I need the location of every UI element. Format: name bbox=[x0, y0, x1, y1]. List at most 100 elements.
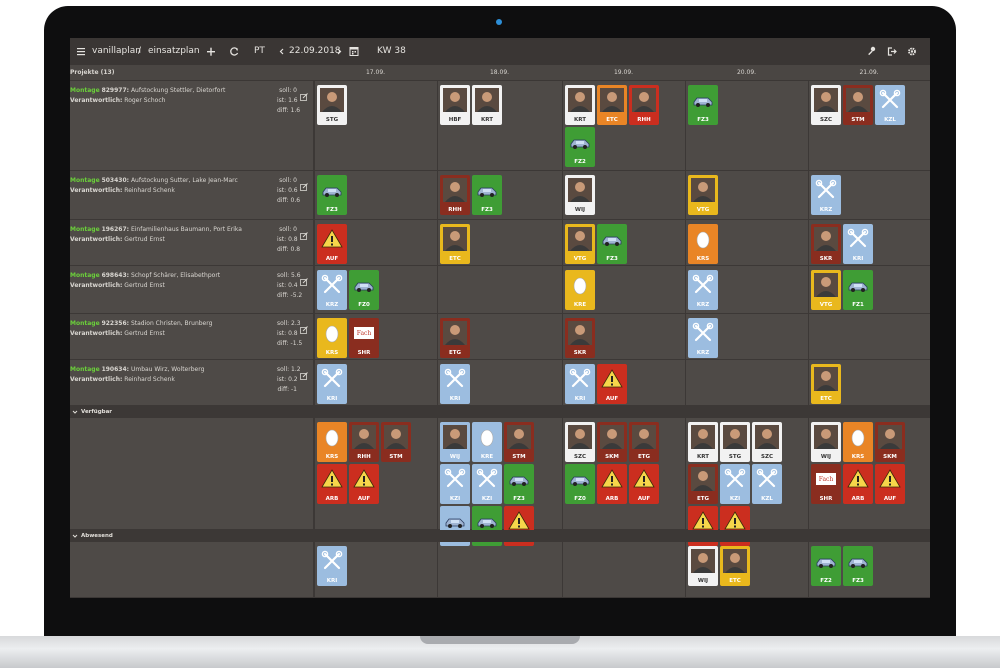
key-icon[interactable] bbox=[866, 38, 876, 65]
resource-tile[interactable]: STG bbox=[317, 85, 347, 125]
resource-tile[interactable]: ETG bbox=[688, 464, 718, 504]
resource-tile[interactable]: KZI bbox=[440, 464, 470, 504]
resource-tile[interactable]: FZ1 bbox=[843, 270, 873, 310]
avatar-icon bbox=[755, 425, 779, 449]
resource-tile[interactable]: KZL bbox=[752, 464, 782, 504]
resource-tile[interactable]: KRT bbox=[472, 85, 502, 125]
resource-tile[interactable]: FZ3 bbox=[317, 175, 347, 215]
resource-tile[interactable]: AUF bbox=[349, 464, 379, 504]
resource-tile[interactable]: KRI bbox=[317, 546, 347, 586]
resource-tile[interactable]: STM bbox=[504, 422, 534, 462]
resource-tile[interactable]: AUF bbox=[597, 364, 627, 404]
resource-tile[interactable]: KZI bbox=[720, 464, 750, 504]
resource-tile[interactable]: ARB bbox=[597, 464, 627, 504]
resource-tile[interactable]: ETC bbox=[440, 224, 470, 264]
resource-tile[interactable]: KRS bbox=[317, 422, 347, 462]
resource-tile[interactable]: KRT bbox=[565, 85, 595, 125]
resource-tile[interactable]: KRZ bbox=[317, 270, 347, 310]
resource-tile[interactable]: AUF bbox=[317, 224, 347, 264]
resource-tile[interactable]: ETC bbox=[811, 364, 841, 404]
resource-tile[interactable]: VTG bbox=[565, 224, 595, 264]
projects-header[interactable]: Projekte (13) bbox=[70, 65, 190, 81]
resource-tile[interactable]: KRS bbox=[317, 318, 347, 358]
resource-tile[interactable]: WIJ bbox=[440, 422, 470, 462]
resource-tile[interactable]: FZ0 bbox=[349, 270, 379, 310]
resource-tile[interactable]: KRI bbox=[843, 224, 873, 264]
resource-tile[interactable]: KRE bbox=[565, 270, 595, 310]
resource-tile[interactable]: WIJ bbox=[565, 175, 595, 215]
chevron-right-icon[interactable] bbox=[336, 38, 342, 65]
resource-tile[interactable]: VTG bbox=[688, 175, 718, 215]
resource-tile[interactable]: SZC bbox=[565, 422, 595, 462]
resource-tile[interactable]: KRZ bbox=[688, 318, 718, 358]
edit-icon[interactable] bbox=[300, 271, 308, 290]
app-name[interactable]: vanillaplan bbox=[92, 38, 141, 65]
calendar-icon[interactable] bbox=[349, 38, 359, 65]
resource-tile[interactable]: ETC bbox=[720, 546, 750, 586]
resource-tile[interactable]: SKM bbox=[597, 422, 627, 462]
resource-tile[interactable]: VTG bbox=[811, 270, 841, 310]
resource-tile[interactable]: KRT bbox=[688, 422, 718, 462]
resource-tile[interactable]: FZ3 bbox=[597, 224, 627, 264]
resource-tile[interactable]: FZ3 bbox=[688, 85, 718, 125]
resource-tile[interactable]: RHH bbox=[349, 422, 379, 462]
resource-tile[interactable]: SKR bbox=[565, 318, 595, 358]
resource-tile[interactable]: KRI bbox=[317, 364, 347, 404]
resource-tile[interactable]: ETC bbox=[597, 85, 627, 125]
resource-tile[interactable]: SKM bbox=[875, 422, 905, 462]
breadcrumb-separator: / bbox=[138, 46, 142, 56]
resource-tile[interactable]: HBF bbox=[440, 85, 470, 125]
resource-tile[interactable]: KRI bbox=[440, 364, 470, 404]
resource-tile[interactable]: WIJ bbox=[811, 422, 841, 462]
resource-tile[interactable]: ETG bbox=[629, 422, 659, 462]
resource-tile[interactable]: FZ3 bbox=[843, 546, 873, 586]
plus-icon[interactable] bbox=[206, 38, 216, 65]
resource-tile[interactable]: KRS bbox=[843, 422, 873, 462]
edit-icon[interactable] bbox=[300, 365, 308, 384]
resource-tile[interactable]: Fach SHR bbox=[349, 318, 379, 358]
refresh-icon[interactable] bbox=[229, 38, 239, 65]
hamburger-icon[interactable] bbox=[76, 38, 86, 65]
resource-tile[interactable]: AUF bbox=[629, 464, 659, 504]
resource-tile[interactable]: KRZ bbox=[688, 270, 718, 310]
edit-icon[interactable] bbox=[300, 176, 308, 195]
page-name[interactable]: einsatzplan bbox=[148, 38, 200, 65]
resource-tile[interactable]: SZC bbox=[752, 422, 782, 462]
resource-tile[interactable]: SKR bbox=[811, 224, 841, 264]
resource-tile[interactable]: KRS bbox=[688, 224, 718, 264]
resource-tile[interactable]: KRZ bbox=[811, 175, 841, 215]
resource-tile[interactable]: FZ0 bbox=[565, 464, 595, 504]
chevron-left-icon[interactable] bbox=[279, 38, 285, 65]
resource-tile[interactable]: KZI bbox=[472, 464, 502, 504]
logout-icon[interactable] bbox=[887, 38, 897, 65]
resource-tile[interactable]: AUF bbox=[875, 464, 905, 504]
edit-icon[interactable] bbox=[300, 319, 308, 338]
resource-tile[interactable]: WIJ bbox=[688, 546, 718, 586]
edit-icon[interactable] bbox=[300, 86, 308, 105]
resource-tile[interactable]: ARB bbox=[317, 464, 347, 504]
section-header-verfuegbar[interactable]: Verfügbar bbox=[70, 406, 930, 418]
resource-tile[interactable]: SZC bbox=[811, 85, 841, 125]
resource-tile[interactable]: RHH bbox=[629, 85, 659, 125]
resource-tile[interactable]: RHH bbox=[440, 175, 470, 215]
current-date[interactable]: 22.09.2018 bbox=[289, 38, 341, 65]
gear-icon[interactable] bbox=[907, 38, 917, 65]
resource-tile[interactable]: KRE bbox=[472, 422, 502, 462]
resource-tile[interactable]: ARB bbox=[843, 464, 873, 504]
resource-tile[interactable]: ETG bbox=[440, 318, 470, 358]
resource-tile[interactable]: FZ2 bbox=[811, 546, 841, 586]
resource-tile[interactable]: STM bbox=[381, 422, 411, 462]
resource-tile[interactable]: FZ3 bbox=[472, 175, 502, 215]
resource-tile[interactable]: STM bbox=[843, 85, 873, 125]
resource-tile[interactable]: STG bbox=[720, 422, 750, 462]
tile-label: ARB bbox=[605, 496, 619, 502]
resource-tile[interactable]: FZ2 bbox=[565, 127, 595, 167]
resource-tile[interactable]: FZ3 bbox=[504, 464, 534, 504]
resource-tile[interactable]: Fach SHR bbox=[811, 464, 841, 504]
view-mode-button[interactable]: PT bbox=[254, 38, 265, 65]
section-header-abwesend[interactable]: Abwesend bbox=[70, 530, 930, 542]
resource-tile[interactable]: KRI bbox=[565, 364, 595, 404]
edit-icon[interactable] bbox=[300, 225, 308, 244]
tile-label: KZI bbox=[729, 496, 741, 502]
resource-tile[interactable]: KZL bbox=[875, 85, 905, 125]
